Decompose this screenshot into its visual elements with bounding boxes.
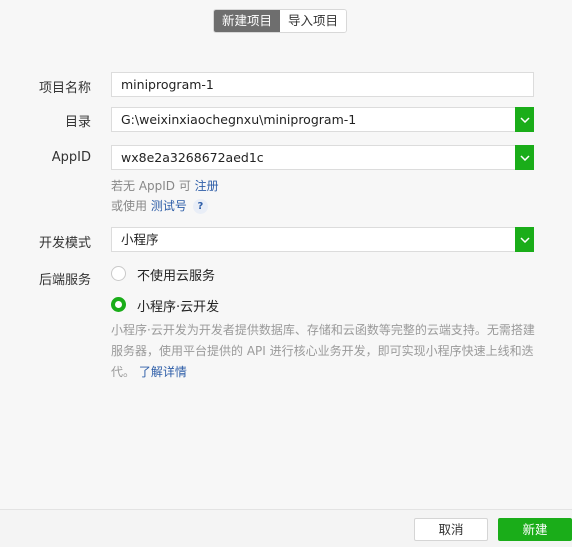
- learn-more-link[interactable]: 了解详情: [139, 365, 187, 379]
- project-tabs: 新建项目 导入项目: [213, 9, 348, 33]
- project-name-label: 项目名称: [38, 81, 91, 96]
- radio-cloud-label[interactable]: 小程序·云开发: [137, 296, 219, 315]
- dev-mode-select[interactable]: 小程序: [111, 227, 534, 252]
- create-button[interactable]: 新建: [498, 518, 572, 541]
- chevron-down-icon[interactable]: [515, 145, 534, 170]
- radio-cloud[interactable]: [111, 297, 126, 312]
- directory-label: 目录: [64, 115, 91, 130]
- appid-hint-text: 若无 AppID 可: [111, 179, 195, 193]
- appid-input[interactable]: wx8e2a3268672aed1c: [111, 145, 534, 170]
- project-name-input[interactable]: miniprogram-1: [111, 72, 534, 97]
- radio-no-cloud[interactable]: [111, 266, 126, 281]
- appid-value: wx8e2a3268672aed1c: [121, 150, 264, 165]
- footer-bar: 取消 新建: [0, 509, 572, 547]
- cancel-button[interactable]: 取消: [414, 518, 488, 541]
- chevron-down-icon[interactable]: [515, 227, 534, 252]
- directory-input[interactable]: G:\weixinxiaochegnxu\miniprogram-1: [111, 107, 534, 132]
- backend-label: 后端服务: [38, 273, 91, 288]
- directory-value: G:\weixinxiaochegnxu\miniprogram-1: [121, 112, 357, 127]
- dev-mode-label: 开发模式: [38, 236, 91, 251]
- tab-new-project[interactable]: 新建项目: [214, 10, 281, 32]
- appid-hint: 若无 AppID 可 注册: [111, 177, 219, 194]
- test-account-hint: 或使用 测试号?: [111, 197, 208, 214]
- radio-no-cloud-label[interactable]: 不使用云服务: [137, 265, 215, 284]
- dev-mode-value: 小程序: [121, 232, 159, 247]
- test-hint-text: 或使用: [111, 199, 151, 213]
- tab-import-project[interactable]: 导入项目: [280, 10, 347, 32]
- cloud-description: 小程序·云开发为开发者提供数据库、存储和云函数等完整的云端支持。无需搭建服务器，…: [111, 320, 541, 383]
- appid-label: AppID: [51, 150, 91, 165]
- chevron-down-icon[interactable]: [515, 107, 534, 132]
- register-link[interactable]: 注册: [195, 179, 219, 193]
- help-icon[interactable]: ?: [192, 199, 208, 214]
- test-account-link[interactable]: 测试号: [151, 199, 187, 213]
